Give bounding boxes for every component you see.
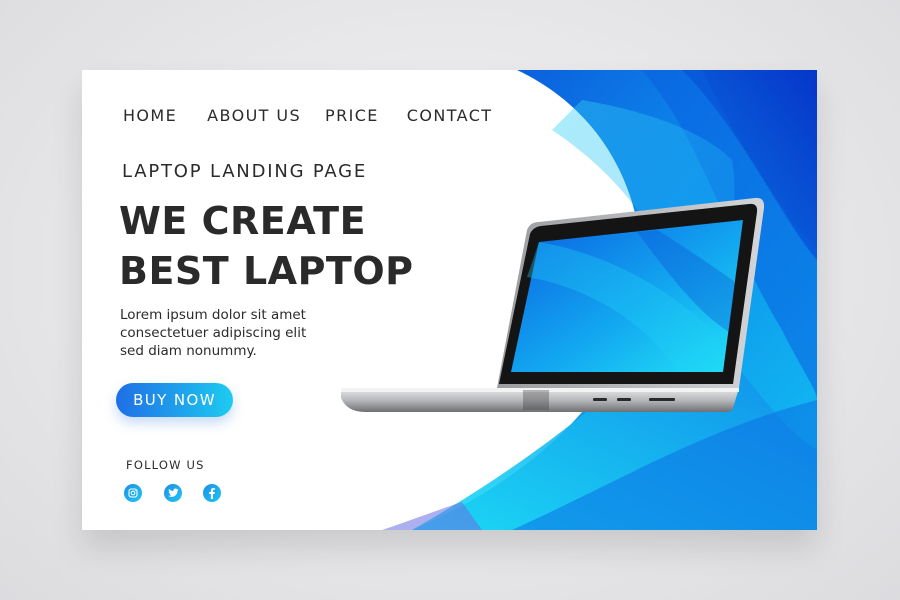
instagram-icon[interactable] bbox=[124, 484, 142, 502]
laptop-illustration bbox=[341, 197, 765, 412]
nav-contact-link[interactable]: CONTACT bbox=[407, 106, 493, 125]
follow-us-label: FOLLOW US bbox=[126, 458, 205, 472]
buy-now-button[interactable]: BUY NOW bbox=[116, 383, 233, 417]
landing-page-card: HOME ABOUT US PRICE CONTACT LAPTOP LANDI… bbox=[82, 70, 817, 530]
page-subtitle: LAPTOP LANDING PAGE bbox=[122, 161, 368, 182]
facebook-icon[interactable] bbox=[203, 484, 221, 502]
nav-about-us-link[interactable]: ABOUT US bbox=[207, 106, 301, 125]
nav-home-link[interactable]: HOME bbox=[123, 106, 177, 125]
main-nav: HOME ABOUT US PRICE CONTACT bbox=[123, 106, 492, 125]
nav-price-link[interactable]: PRICE bbox=[325, 106, 379, 125]
twitter-icon[interactable] bbox=[164, 484, 182, 502]
